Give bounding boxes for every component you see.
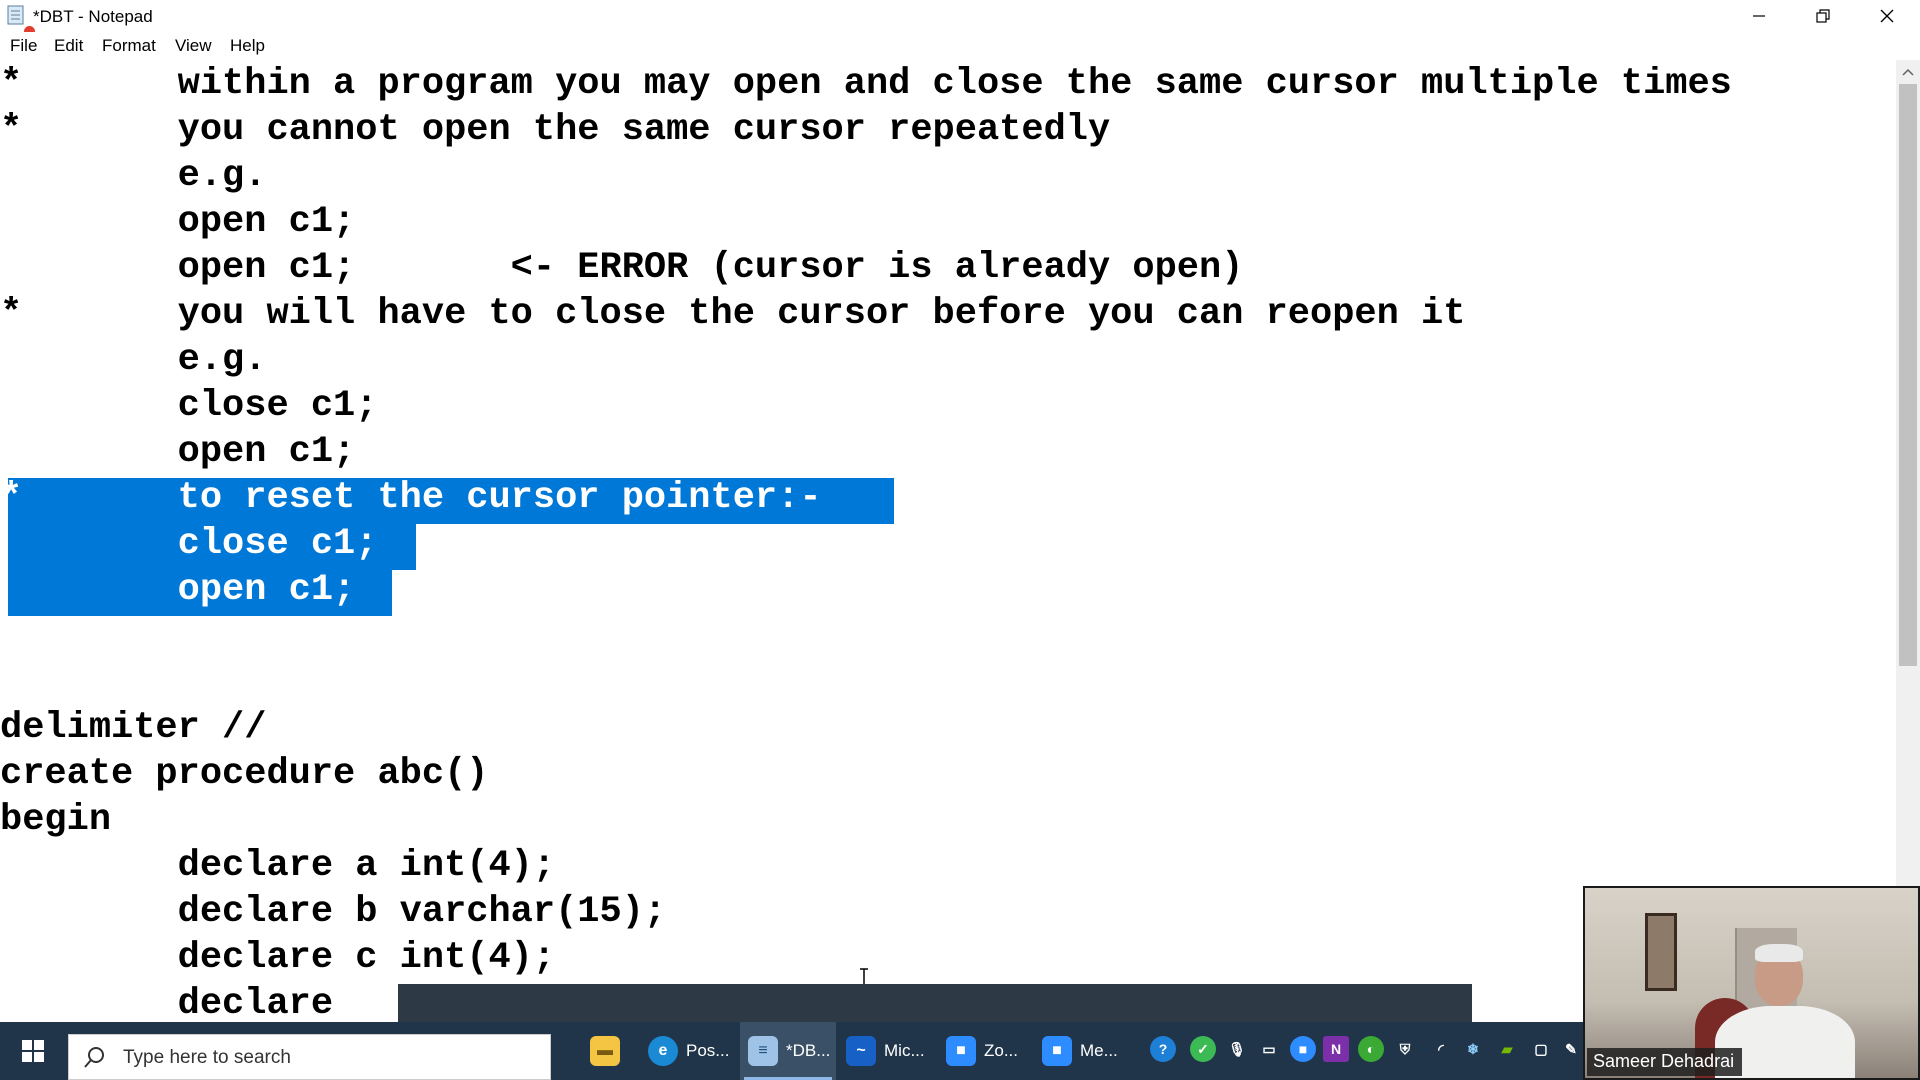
folder-tray-icon[interactable]: ▭ <box>1256 1036 1282 1062</box>
editor-line: open c1; <- ERROR (cursor is already ope… <box>0 247 1244 289</box>
wifi-tray-icon[interactable]: ◜ <box>1428 1036 1454 1062</box>
editor-line: e.g. <box>0 339 267 381</box>
taskbar-app-label: Mic... <box>884 1041 925 1060</box>
window-title: *DBT - Notepad <box>33 7 153 26</box>
editor-line: create procedure abc() <box>0 753 489 795</box>
restore-button[interactable] <box>1791 0 1855 32</box>
notepad-tray-icon[interactable]: ✎ <box>1558 1036 1584 1062</box>
minimize-icon <box>1753 15 1765 17</box>
editor-line: open c1; <box>0 431 356 473</box>
taskbar-search-box[interactable]: Type here to search <box>68 1034 551 1080</box>
windows-logo-icon <box>22 1040 44 1062</box>
editor-line: * within a program you may open and clos… <box>0 63 1732 105</box>
editor-line: * you will have to close the cursor befo… <box>0 293 1466 335</box>
wall-frame <box>1645 913 1677 991</box>
whiteboard-icon: ~ <box>846 1036 876 1066</box>
restore-icon <box>1816 9 1830 23</box>
taskbar-app-zoom[interactable]: ■ Zo... <box>946 1022 1036 1080</box>
taskbar-app-label: Pos... <box>686 1041 730 1060</box>
taskbar-app-whiteboard[interactable]: ~ Mic... <box>846 1022 938 1080</box>
search-placeholder: Type here to search <box>123 1047 291 1068</box>
check-tray-icon[interactable]: ✓ <box>1190 1036 1216 1062</box>
taskbar: Type here to search ▬ e Pos... ≡ *DB... … <box>0 1022 1583 1080</box>
zoom-icon: ■ <box>946 1036 976 1066</box>
editor-line-selected: close c1; <box>0 523 378 565</box>
participant-name-label: Sameer Dehadrai <box>1587 1048 1743 1076</box>
editor-line: declare b varchar(15); <box>0 891 667 933</box>
editor-line: begin <box>0 799 112 841</box>
scroll-up-icon[interactable] <box>1902 68 1914 76</box>
search-icon <box>84 1047 104 1068</box>
taskbar-app-edge[interactable]: e Pos... <box>648 1022 738 1080</box>
editor-line-selected: * to reset the cursor pointer:- <box>0 477 822 519</box>
notepad-app-icon[interactable] <box>7 5 25 25</box>
file-explorer-icon: ▬ <box>590 1036 620 1066</box>
menu-bar: File Edit Format View Help <box>0 32 1920 61</box>
editor-line: declare a int(4); <box>0 845 556 887</box>
title-bar: *DBT - Notepad <box>0 0 1920 39</box>
menu-file[interactable]: File <box>10 36 37 56</box>
window-tray-icon[interactable]: ▢ <box>1528 1036 1554 1062</box>
editor-line: * you cannot open the same cursor repeat… <box>0 109 1111 151</box>
editor-line: declare c int(4); <box>0 937 556 979</box>
scrollbar-thumb[interactable] <box>1899 84 1917 666</box>
close-button[interactable] <box>1855 0 1919 32</box>
snowflake-tray-icon[interactable]: ❄ <box>1460 1036 1486 1062</box>
text-editor[interactable]: * within a program you may open and clos… <box>0 60 1896 1020</box>
app-tray-icon[interactable]: ◐ <box>1358 1036 1384 1062</box>
vertical-scrollbar[interactable] <box>1896 60 1920 1020</box>
menu-help[interactable]: Help <box>230 36 265 56</box>
nvidia-tray-icon[interactable]: ▰ <box>1494 1036 1520 1062</box>
editor-line: declare <box>0 983 334 1020</box>
menu-format[interactable]: Format <box>102 36 156 56</box>
taskbar-app-notepad[interactable]: ≡ *DB... <box>740 1022 836 1080</box>
person-hair <box>1755 944 1803 962</box>
editor-line: e.g. <box>0 155 267 197</box>
onenote-tray-icon[interactable]: N <box>1323 1036 1349 1062</box>
close-icon <box>1880 9 1894 23</box>
editor-line: close c1; <box>0 385 378 427</box>
taskbar-app-label: Zo... <box>984 1041 1019 1060</box>
taskbar-app-label: *DB... <box>786 1041 831 1060</box>
microphone-tray-icon[interactable]: 🎙 <box>1224 1036 1250 1062</box>
zoom-tray-icon[interactable]: ■ <box>1290 1036 1316 1062</box>
menu-edit[interactable]: Edit <box>54 36 83 56</box>
editor-line-selected: open c1; <box>0 569 356 611</box>
notepad-icon: ≡ <box>748 1036 778 1066</box>
strip-highlight <box>378 984 398 1022</box>
start-button[interactable] <box>0 1022 66 1080</box>
editor-line: delimiter // <box>0 707 267 749</box>
taskbar-app-label: Me... <box>1080 1041 1118 1060</box>
zoom-meeting-icon: ■ <box>1042 1036 1072 1066</box>
minimize-button[interactable] <box>1727 0 1791 32</box>
taskbar-file-explorer[interactable]: ▬ <box>590 1022 634 1080</box>
help-tray-icon[interactable]: ? <box>1150 1036 1176 1062</box>
screen-share-strip <box>378 984 1472 1022</box>
participant-video[interactable]: Sameer Dehadrai <box>1583 886 1920 1080</box>
taskbar-app-zoom-meeting[interactable]: ■ Me... <box>1042 1022 1132 1080</box>
edge-icon: e <box>648 1036 678 1066</box>
editor-line: open c1; <box>0 201 356 243</box>
shield-tray-icon[interactable]: ⛨ <box>1392 1036 1418 1062</box>
menu-view[interactable]: View <box>175 36 212 56</box>
